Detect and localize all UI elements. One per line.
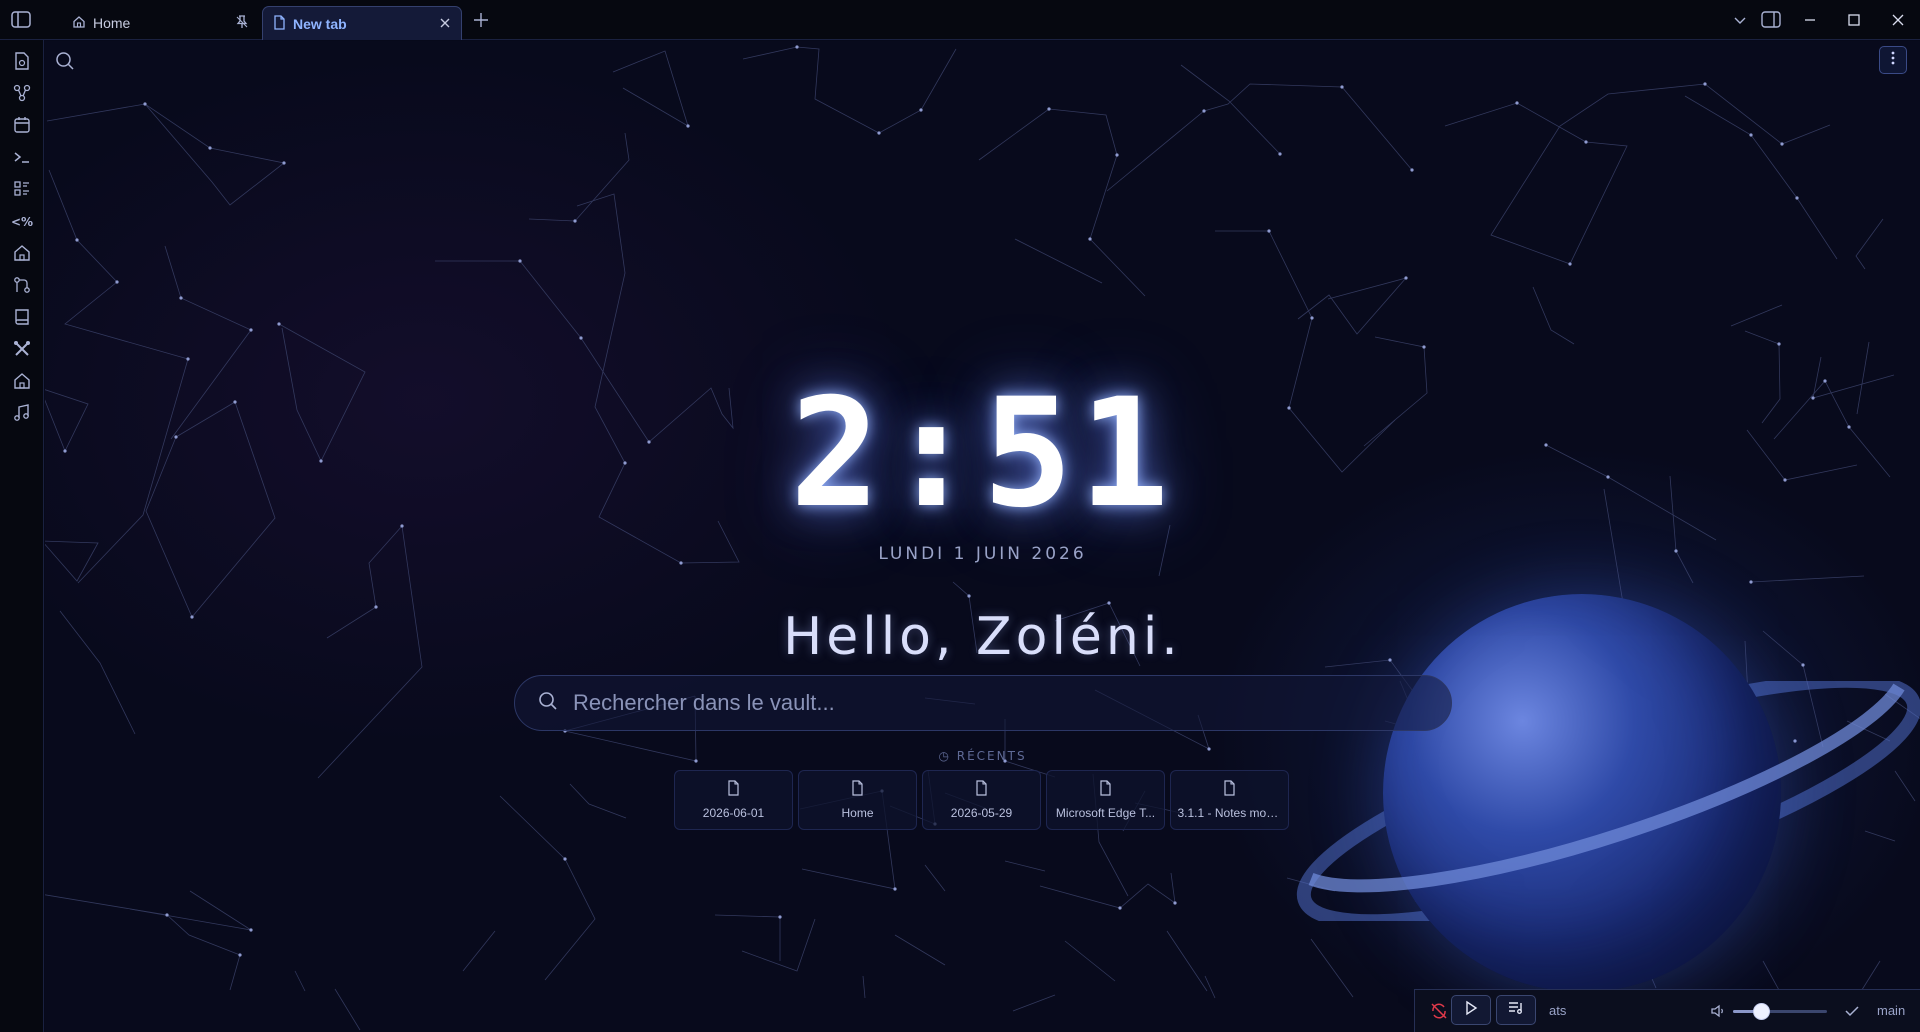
file-icon	[1099, 780, 1112, 800]
templater-icon[interactable]: <%	[11, 210, 33, 232]
home-alt-icon[interactable]	[11, 370, 33, 392]
close-icon[interactable]	[439, 16, 451, 32]
file-icon	[1223, 780, 1236, 800]
pin-icon[interactable]	[234, 14, 250, 33]
clock: 2:51	[789, 367, 1176, 541]
recent-note-card[interactable]: Home	[798, 770, 917, 830]
calendar-icon[interactable]	[11, 114, 33, 136]
vault-search-input[interactable]	[573, 690, 1429, 716]
svg-text:<%: <%	[11, 215, 33, 229]
playlist-icon	[1507, 1000, 1525, 1020]
home-icon[interactable]	[11, 242, 33, 264]
list-icon[interactable]	[11, 178, 33, 200]
clock-icon: ◷	[938, 749, 951, 763]
title-bar: Home New tab	[0, 0, 1920, 40]
file-icon	[975, 780, 988, 800]
minimize-icon[interactable]	[1798, 9, 1822, 31]
check-icon[interactable]	[1843, 1002, 1861, 1024]
recent-note-label: 2026-06-01	[702, 806, 765, 820]
recents-list: 2026-06-01 Home 2026-05-29 Microsoft Edg…	[674, 770, 1289, 830]
file-icon	[851, 780, 864, 800]
recents-heading: ◷ RÉCENTS	[938, 749, 1027, 763]
recent-note-card[interactable]: 2026-06-01	[674, 770, 793, 830]
tab-home[interactable]: Home	[62, 6, 260, 40]
tools-icon[interactable]	[11, 338, 33, 360]
playlist-button[interactable]	[1496, 995, 1536, 1025]
play-button[interactable]	[1451, 995, 1491, 1025]
sidebar-toggle-icon[interactable]	[10, 10, 32, 30]
close-window-icon[interactable]	[1886, 9, 1910, 31]
more-options-button[interactable]	[1879, 46, 1907, 74]
recent-note-card[interactable]: Microsoft Edge T...	[1046, 770, 1165, 830]
music-icon[interactable]	[11, 402, 33, 424]
book-icon[interactable]	[11, 306, 33, 328]
graph-icon[interactable]	[11, 82, 33, 104]
play-icon	[1463, 1000, 1479, 1020]
tab-new-tab[interactable]: New tab	[262, 6, 462, 40]
tab-label: Home	[93, 15, 131, 31]
volume-slider[interactable]	[1733, 1010, 1827, 1013]
home-icon	[72, 15, 86, 32]
new-tab-dashboard: 2:51 LUNDI 1 JUIN 2026 Hello, Zoléni. ◷ …	[45, 41, 1920, 1032]
volume-slider-thumb[interactable]	[1752, 1003, 1770, 1020]
search-icon[interactable]	[54, 50, 76, 72]
more-vertical-icon	[1890, 50, 1896, 70]
git-branch-label: main	[1877, 1003, 1906, 1018]
right-sidebar-toggle-icon[interactable]	[1759, 9, 1783, 31]
file-icon	[727, 780, 740, 800]
vault-search-bar[interactable]	[514, 675, 1452, 731]
recent-note-label: Microsoft Edge T...	[1055, 806, 1156, 820]
maximize-icon[interactable]	[1842, 9, 1866, 31]
git-icon[interactable]	[11, 274, 33, 296]
recent-note-label: 3.1.1 - Notes mod...	[1177, 806, 1282, 820]
greeting: Hello, Zoléni.	[783, 607, 1182, 667]
media-player-bar: ats main	[1414, 989, 1920, 1032]
volume-icon[interactable]	[1709, 1002, 1727, 1024]
recent-note-card[interactable]: 3.1.1 - Notes mod...	[1170, 770, 1289, 830]
tab-list-chevron-down-icon[interactable]	[1728, 9, 1752, 31]
track-name: ats	[1549, 1003, 1567, 1018]
recent-note-label: Home	[841, 806, 874, 820]
terminal-icon[interactable]	[11, 146, 33, 168]
left-ribbon: <%	[0, 40, 44, 1032]
new-note-icon[interactable]	[11, 50, 33, 72]
date-label: LUNDI 1 JUIN 2026	[878, 544, 1087, 564]
sync-disabled-icon[interactable]	[1430, 1002, 1448, 1024]
file-icon	[273, 14, 286, 33]
recent-note-label: 2026-05-29	[950, 806, 1013, 820]
search-icon	[537, 690, 559, 716]
recent-note-card[interactable]: 2026-05-29	[922, 770, 1041, 830]
new-tab-button[interactable]	[470, 9, 492, 31]
tab-label: New tab	[293, 15, 347, 32]
